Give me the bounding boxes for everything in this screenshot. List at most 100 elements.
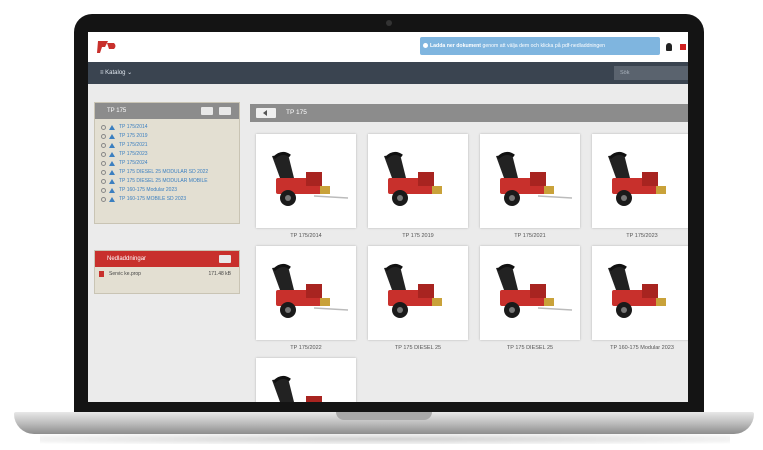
- collapse-button[interactable]: [201, 107, 213, 115]
- user-icon[interactable]: [666, 43, 672, 51]
- app-screen: Ladda ner dokument genom att välja dem o…: [88, 32, 688, 402]
- brand-logo[interactable]: [96, 39, 118, 55]
- nav-bar: ≡ Katalog ⌄ Sök: [88, 62, 688, 84]
- downloads-panel-title: Nedladdningar: [107, 256, 147, 262]
- laptop-notch: [336, 412, 432, 420]
- product-card[interactable]: TP 175 DIESEL 25: [480, 246, 580, 352]
- expand-node-icon[interactable]: [101, 170, 106, 175]
- wood-chipper-image: [384, 151, 442, 206]
- folder-icon: [109, 179, 115, 184]
- expand-node-icon[interactable]: [101, 161, 106, 166]
- product-label[interactable]: TP 175/2021: [480, 232, 580, 240]
- tree-item-label: TP 160-175 Modular 2023: [119, 187, 178, 193]
- tree-item[interactable]: TP 175 DIESEL 25 MODULAR MOBILE: [101, 177, 239, 186]
- category-tree-panel: TP 175 TP 175/2014 TP 175 2019 TP 175/2021…: [94, 102, 240, 224]
- expand-button[interactable]: [219, 107, 231, 115]
- tree-item-label: TP 175/2021: [119, 142, 148, 148]
- product-thumbnail[interactable]: [592, 246, 688, 340]
- tree-item-label: TP 175 DIESEL 25 MODULAR MOBILE: [119, 178, 208, 184]
- expand-node-icon[interactable]: [101, 197, 106, 202]
- top-bar: Ladda ner dokument genom att välja dem o…: [88, 32, 688, 62]
- folder-icon: [109, 134, 115, 139]
- wood-chipper-image: [384, 263, 442, 318]
- wood-chipper-image: [608, 151, 666, 206]
- wood-chipper-image: [496, 151, 573, 206]
- info-icon: [423, 43, 428, 48]
- tree-panel-header: TP 175: [95, 103, 239, 119]
- notice-bold: Ladda ner dokument: [430, 43, 482, 49]
- product-card[interactable]: TP 175/2021: [480, 134, 580, 240]
- product-card[interactable]: TP 160-175 Modular 2023: [592, 246, 688, 352]
- laptop-mockup: Ladda ner dokument genom att välja dem o…: [0, 0, 763, 450]
- product-thumbnail[interactable]: [592, 134, 688, 228]
- tree-panel-title: TP 175: [107, 108, 127, 114]
- expand-node-icon[interactable]: [101, 125, 106, 130]
- language-flag-icon[interactable]: [680, 44, 686, 50]
- folder-icon: [109, 188, 115, 193]
- product-thumbnail[interactable]: [480, 134, 580, 228]
- tree-item-label: TP 175 2019: [119, 133, 148, 139]
- expand-node-icon[interactable]: [101, 143, 106, 148]
- tree-item-label: TP 160-175 MOBILE SD 2023: [119, 196, 187, 202]
- tree-item[interactable]: TP 175/2021: [101, 141, 239, 150]
- wood-chipper-image: [272, 151, 349, 206]
- product-label[interactable]: TP 160-175 Modular 2023: [592, 344, 688, 352]
- expand-node-icon[interactable]: [101, 179, 106, 184]
- product-thumbnail[interactable]: [480, 246, 580, 340]
- tree-item[interactable]: TP 160-175 Modular 2023: [101, 186, 239, 195]
- product-label[interactable]: TP 175/2023: [592, 232, 688, 240]
- folder-icon: [109, 161, 115, 166]
- tree-item-label: TP 175/2024: [119, 160, 148, 166]
- expand-node-icon[interactable]: [101, 152, 106, 157]
- download-size: 171.48 kB: [208, 271, 231, 277]
- tree-item-label: TP 175/2014: [119, 124, 148, 130]
- download-row[interactable]: Servic ke.prop 171.48 kB: [95, 267, 239, 281]
- wood-chipper-image: [272, 263, 349, 318]
- category-tree: TP 175/2014 TP 175 2019 TP 175/2021 TP 175/…: [95, 119, 239, 204]
- product-card[interactable]: TP 175 2019: [368, 134, 468, 240]
- download-name: Servic ke.prop: [109, 271, 141, 277]
- wood-chipper-image: [496, 263, 573, 318]
- downloads-toggle-button[interactable]: [219, 255, 231, 263]
- product-label[interactable]: TP 175 2019: [368, 232, 468, 240]
- laptop-shadow: [40, 434, 730, 444]
- folder-icon: [109, 143, 115, 148]
- product-card[interactable]: [256, 358, 356, 402]
- product-label[interactable]: TP 175 DIESEL 25: [480, 344, 580, 352]
- product-card[interactable]: TP 175/2022: [256, 246, 356, 352]
- catalog-dropdown[interactable]: ≡ Katalog ⌄: [96, 68, 136, 79]
- info-notice: Ladda ner dokument genom att välja dem o…: [420, 37, 660, 55]
- product-label[interactable]: TP 175/2014: [256, 232, 356, 240]
- wood-chipper-image: [272, 375, 322, 402]
- product-card[interactable]: TP 175/2023: [592, 134, 688, 240]
- product-thumbnail[interactable]: [256, 358, 356, 402]
- product-thumbnail[interactable]: [368, 134, 468, 228]
- downloads-panel: Nedladdningar Servic ke.prop 171.48 kB: [94, 250, 240, 294]
- folder-icon: [109, 152, 115, 157]
- back-button[interactable]: [256, 108, 276, 118]
- tree-item[interactable]: TP 175/2024: [101, 159, 239, 168]
- notice-text: genom att välja dem och klicka på pdf-ne…: [482, 43, 606, 49]
- product-card[interactable]: TP 175 DIESEL 25: [368, 246, 468, 352]
- product-thumbnail[interactable]: [256, 246, 356, 340]
- product-label[interactable]: TP 175 DIESEL 25: [368, 344, 468, 352]
- folder-icon: [109, 125, 115, 130]
- arrow-left-icon: [263, 110, 267, 116]
- tree-item[interactable]: TP 175/2014: [101, 123, 239, 132]
- tree-item-label: TP 175/2023: [119, 151, 148, 157]
- downloads-panel-header: Nedladdningar: [95, 251, 239, 267]
- product-grid: TP 175/2014 TP 175 2019 TP 175/2021 TP 175/…: [250, 128, 688, 402]
- tree-item[interactable]: TP 175 DIESEL 25 MODULAR SD 2022: [101, 168, 239, 177]
- product-card[interactable]: TP 175/2014: [256, 134, 356, 240]
- webcam-dot: [386, 20, 392, 26]
- pdf-icon: [99, 271, 104, 277]
- product-thumbnail[interactable]: [368, 246, 468, 340]
- tree-item[interactable]: TP 175/2023: [101, 150, 239, 159]
- expand-node-icon[interactable]: [101, 134, 106, 139]
- product-label[interactable]: TP 175/2022: [256, 344, 356, 352]
- product-thumbnail[interactable]: [256, 134, 356, 228]
- expand-node-icon[interactable]: [101, 188, 106, 193]
- tree-item[interactable]: TP 160-175 MOBILE SD 2023: [101, 195, 239, 204]
- tree-item[interactable]: TP 175 2019: [101, 132, 239, 141]
- search-input[interactable]: Sök: [614, 66, 688, 80]
